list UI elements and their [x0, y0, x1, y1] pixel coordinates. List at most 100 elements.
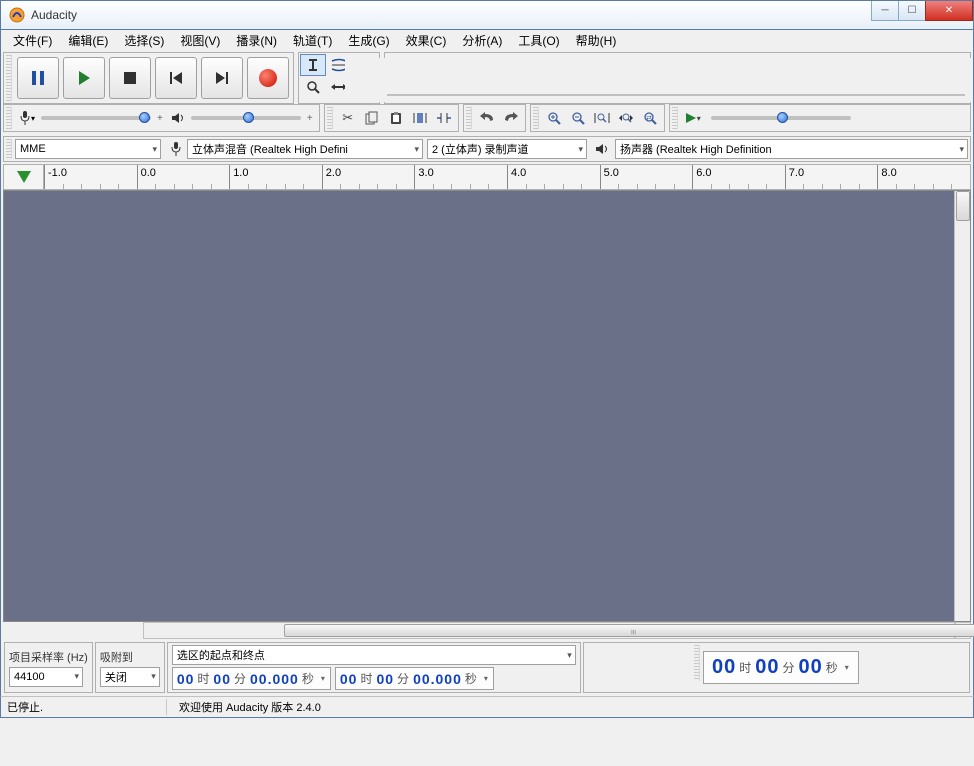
- svg-text:⇄: ⇄: [646, 115, 652, 122]
- ruler-tick: 8.0: [877, 165, 896, 189]
- ruler-tick: 4.0: [507, 165, 526, 189]
- ruler-tick: 6.0: [692, 165, 711, 189]
- playhead-icon: [17, 171, 31, 183]
- toolbar-grip[interactable]: [6, 55, 12, 101]
- zoom-tool[interactable]: [300, 76, 326, 98]
- ruler-tick: 0.0: [137, 165, 156, 189]
- edit-toolbar: ✂: [324, 104, 459, 132]
- toolbar-grip[interactable]: [6, 139, 12, 159]
- playback-device-combo[interactable]: 扬声器 (Realtek High Definition: [615, 139, 968, 159]
- snap-combo[interactable]: 关闭: [100, 667, 160, 687]
- playback-volume-slider[interactable]: [191, 116, 301, 120]
- tools-toolbar: ✳: [298, 52, 380, 104]
- mixer-toolbar: ▾ + +: [3, 104, 320, 132]
- speaker-icon: [595, 142, 611, 156]
- zoom-toggle-button[interactable]: ⇄: [638, 107, 662, 129]
- audio-position-group: 00时 00分 00秒: [583, 642, 970, 693]
- meter-channel-labels: 左右: [636, 70, 644, 86]
- window-close-button[interactable]: ✕: [925, 1, 973, 21]
- playback-speed-slider[interactable]: [711, 116, 851, 120]
- pause-button[interactable]: [17, 57, 59, 99]
- multi-tool[interactable]: ✳: [352, 76, 378, 98]
- fit-selection-button[interactable]: [590, 107, 614, 129]
- selection-mode-combo[interactable]: 选区的起点和终点: [172, 645, 576, 665]
- record-button[interactable]: [247, 57, 289, 99]
- fit-project-button[interactable]: [614, 107, 638, 129]
- record-volume-slider[interactable]: [41, 116, 151, 120]
- timeshift-tool[interactable]: [326, 76, 352, 98]
- toolbar-grip[interactable]: [466, 107, 472, 129]
- selection-end-time[interactable]: 00时 00分 00.000秒: [335, 667, 494, 690]
- menu-tracks[interactable]: 轨道(T): [285, 30, 340, 51]
- speaker-icon: [171, 111, 185, 125]
- zoom-out-button[interactable]: [566, 107, 590, 129]
- undo-toolbar: [463, 104, 526, 132]
- project-rate-combo[interactable]: 44100: [9, 667, 83, 687]
- audio-host-combo[interactable]: MME: [15, 139, 161, 159]
- zoom-in-button[interactable]: [542, 107, 566, 129]
- toolbar-grip[interactable]: [6, 107, 12, 129]
- toolbar-grip[interactable]: [694, 645, 700, 681]
- paste-button[interactable]: [384, 107, 408, 129]
- menu-select[interactable]: 选择(S): [116, 30, 172, 51]
- ruler-tick: 2.0: [322, 165, 341, 189]
- mic-meter-icon[interactable]: ▾: [610, 58, 636, 98]
- undo-button[interactable]: [475, 107, 499, 129]
- snap-label: 吸附到: [100, 649, 160, 665]
- play-at-speed-toolbar: ▾: [669, 104, 971, 132]
- menubar: 文件(F) 编辑(E) 选择(S) 视图(V) 播录(N) 轨道(T) 生成(G…: [0, 30, 974, 50]
- app-logo-icon: [9, 7, 25, 23]
- cut-button[interactable]: ✂: [336, 107, 360, 129]
- ruler-tick: -1.0: [44, 165, 67, 189]
- envelope-tool[interactable]: [326, 54, 352, 76]
- window-maximize-button[interactable]: ☐: [898, 1, 926, 21]
- transport-toolbar: [3, 52, 294, 104]
- record-device-combo[interactable]: 立体声混音 (Realtek High Defini: [187, 139, 423, 159]
- stop-button[interactable]: [109, 57, 151, 99]
- tracks-panel[interactable]: [3, 190, 971, 622]
- play-at-speed-button[interactable]: ▾: [681, 107, 705, 129]
- record-channels-combo[interactable]: 2 (立体声) 录制声道: [427, 139, 587, 159]
- playback-level-meter[interactable]: [387, 94, 965, 96]
- menu-file[interactable]: 文件(F): [5, 30, 60, 51]
- selection-tool[interactable]: [300, 54, 326, 76]
- horizontal-scrollbar[interactable]: [143, 622, 955, 639]
- toolbar-grip[interactable]: [327, 107, 333, 129]
- mic-icon: [169, 141, 183, 157]
- menu-transport[interactable]: 播录(N): [228, 30, 285, 51]
- copy-button[interactable]: [360, 107, 384, 129]
- menu-edit[interactable]: 编辑(E): [60, 30, 116, 51]
- play-button[interactable]: [63, 57, 105, 99]
- mic-icon: [19, 110, 31, 126]
- pin-button[interactable]: [4, 165, 44, 189]
- record-level-meter[interactable]: 点击开始监视: [650, 76, 741, 91]
- toolbar-grip[interactable]: [533, 107, 539, 129]
- ruler-tick: 1.0: [229, 165, 248, 189]
- silence-button[interactable]: [432, 107, 456, 129]
- selection-start-time[interactable]: 00时 00分 00.000秒: [172, 667, 331, 690]
- draw-tool[interactable]: [352, 54, 378, 76]
- selection-toolbar: 项目采样率 (Hz) 44100 吸附到 关闭 选区的起点和终点 00时 00分…: [0, 639, 974, 696]
- menu-help[interactable]: 帮助(H): [568, 30, 625, 51]
- status-bar: 已停止. 欢迎使用 Audacity 版本 2.4.0: [0, 696, 974, 718]
- menu-generate[interactable]: 生成(G): [340, 30, 397, 51]
- timeline-ruler[interactable]: -1.00.01.02.03.04.05.06.07.08.09.0: [3, 164, 971, 190]
- skip-start-button[interactable]: [155, 57, 197, 99]
- vertical-scrollbar[interactable]: [954, 191, 970, 621]
- redo-button[interactable]: [499, 107, 523, 129]
- ruler-tick: 7.0: [785, 165, 804, 189]
- toolbar-grip[interactable]: [672, 107, 678, 129]
- window-title: Audacity: [31, 8, 77, 22]
- menu-analyze[interactable]: 分析(A): [454, 30, 510, 51]
- menu-tools[interactable]: 工具(O): [510, 30, 567, 51]
- status-state: 已停止.: [7, 699, 167, 715]
- menu-view[interactable]: 视图(V): [172, 30, 228, 51]
- skip-end-button[interactable]: [201, 57, 243, 99]
- rec-meter-ticks: -54-48-42-36-18-12-60: [650, 66, 741, 76]
- window-minimize-button[interactable]: ─: [871, 1, 899, 21]
- menu-effect[interactable]: 效果(C): [398, 30, 455, 51]
- project-rate-label: 项目采样率 (Hz): [9, 649, 88, 665]
- audio-position-time[interactable]: 00时 00分 00秒: [703, 651, 859, 684]
- project-rate-group: 项目采样率 (Hz) 44100: [4, 642, 93, 693]
- trim-button[interactable]: [408, 107, 432, 129]
